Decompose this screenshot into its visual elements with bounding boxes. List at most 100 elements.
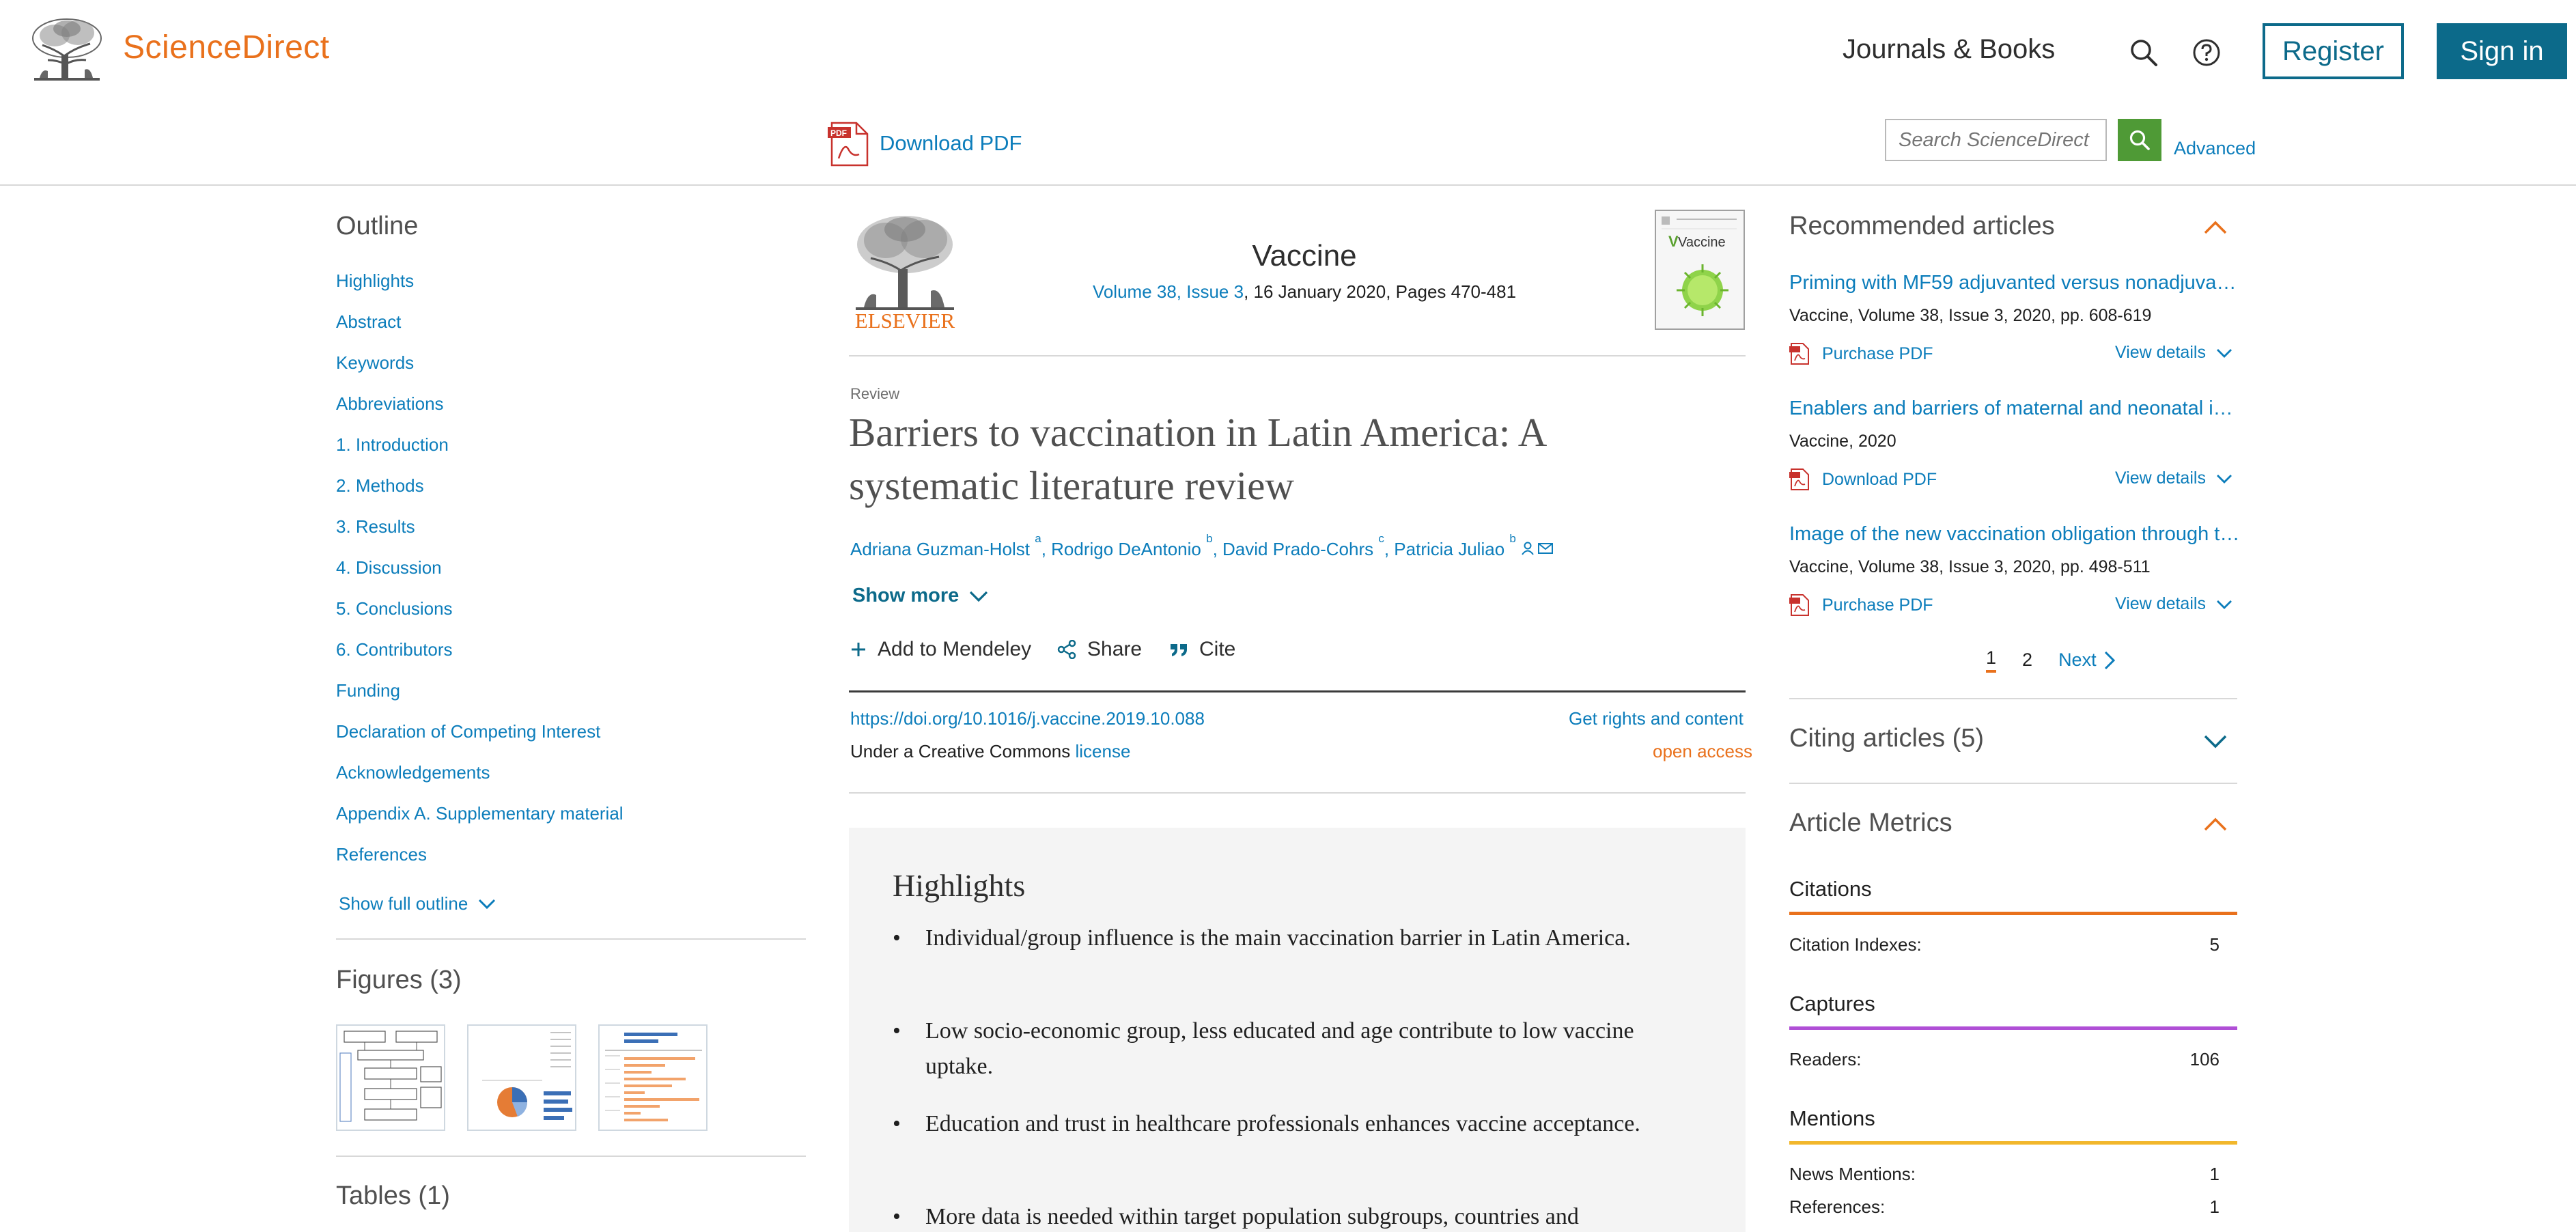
top-header: ScienceDirect Journals & Books Register … [0,0,2576,102]
recommended-pager: 1 2 Next [1986,647,2116,673]
figure-thumbnail-1[interactable] [336,1024,445,1131]
nav-journals-books[interactable]: Journals & Books [1843,34,2055,65]
search-submit-button[interactable] [2118,119,2161,161]
recommended-article-title[interactable]: Priming with MF59 adjuvanted versus nona… [1789,272,2240,294]
references-label: References: [1789,1196,1886,1217]
mentions-bar [1789,1141,2237,1145]
add-to-mendeley-button[interactable]: Add to Mendeley [850,638,1031,661]
outline-item-abbreviations[interactable]: Abbreviations [336,393,444,415]
download-pdf-link[interactable]: Download PDF [880,131,1022,156]
search-input[interactable] [1885,119,2107,161]
chevron-down-icon[interactable] [2203,734,2228,749]
outline-item-introduction[interactable]: 1. Introduction [336,434,449,456]
references-value: 1 [2209,1196,2220,1217]
outline-item-highlights[interactable]: Highlights [336,270,414,292]
citing-articles-title[interactable]: Citing articles (5) [1789,724,1984,753]
chevron-up-icon[interactable] [2203,220,2228,235]
recommended-article-meta: Vaccine, Volume 38, Issue 3, 2020, pp. 4… [1789,557,2151,576]
captures-bar [1789,1026,2237,1030]
advanced-search-link[interactable]: Advanced [2174,138,2256,159]
download-pdf-link[interactable]: Download PDF [1789,468,1937,490]
author-name[interactable]: Adriana Guzman-Holst [850,539,1030,560]
chevron-up-icon[interactable] [2203,817,2228,832]
search-icon [2129,130,2150,150]
search-icon[interactable] [2129,38,2158,67]
show-more-button[interactable]: Show more [852,585,989,607]
outline-item-contributors[interactable]: 6. Contributors [336,639,453,660]
article-metrics-title: Article Metrics [1789,809,1952,837]
share-icon [1057,640,1076,659]
highlight-text: Low socio-economic group, less educated … [925,1018,1634,1079]
view-details-button[interactable]: View details [2115,594,2233,614]
outline-item-abstract[interactable]: Abstract [336,311,401,333]
chevron-down-icon [2216,600,2232,609]
figure-thumbnail-2[interactable] [467,1024,576,1131]
pdf-icon[interactable]: PDF [828,122,870,167]
license-link[interactable]: license [1075,741,1130,761]
elsevier-tree-logo-icon[interactable] [27,15,107,83]
journal-cover-image[interactable]: V Vaccine [1655,210,1745,330]
view-details-button[interactable]: View details [2115,468,2233,488]
sign-in-button[interactable]: Sign in [2437,23,2567,79]
purchase-pdf-label: Purchase PDF [1822,344,1933,363]
highlights-title: Highlights [893,868,1026,903]
divider [849,690,1746,692]
purchase-pdf-link[interactable]: Purchase PDF [1789,594,1933,616]
chevron-right-icon [2104,651,2115,669]
outline-item-appendix[interactable]: Appendix A. Supplementary material [336,803,624,824]
next-page-button[interactable]: Next [2058,649,2116,671]
author-name[interactable]: Patricia Juliao [1394,539,1504,560]
journal-name[interactable]: Vaccine [1120,239,1489,273]
recommended-article-title[interactable]: Image of the new vaccination obligation … [1789,523,2240,546]
author-name[interactable]: David Prado-Cohrs [1222,539,1373,560]
citations-bar [1789,912,2237,915]
next-page-label: Next [2058,649,2097,670]
page-1-button[interactable]: 1 [1986,647,1997,673]
volume-issue-link[interactable]: Volume 38, Issue 3 [1093,281,1244,302]
highlight-item: • Low socio-economic group, less educated… [893,1013,1698,1084]
cite-button[interactable]: Cite [1169,638,1235,661]
page-2-button[interactable]: 2 [2022,649,2032,671]
highlights-section: Highlights • Individual/group influence i… [849,828,1746,1232]
chevron-down-icon [2216,348,2232,358]
outline-title: Outline [336,212,419,240]
purchase-pdf-label: Purchase PDF [1822,595,1933,615]
rights-and-content-link[interactable]: Get rights and content [1569,708,1744,729]
divider [849,355,1746,356]
svg-text:PDF: PDF [830,128,847,138]
license-line: Under a Creative Commons license [850,741,1130,762]
pdf-icon [1789,468,1809,490]
cover-title: Vaccine [1678,235,1726,250]
help-icon[interactable] [2192,38,2221,67]
divider [1789,698,2237,699]
outline-item-funding[interactable]: Funding [336,680,400,701]
svg-text:V: V [1668,233,1679,250]
purchase-pdf-link[interactable]: Purchase PDF [1789,343,1933,365]
captures-heading: Captures [1789,992,1875,1016]
highlight-text: More data is needed within target popula… [925,1204,1579,1229]
register-button[interactable]: Register [2263,23,2404,79]
outline-item-competing-interest[interactable]: Declaration of Competing Interest [336,721,600,742]
doi-link[interactable]: https://doi.org/10.1016/j.vaccine.2019.1… [850,708,1205,729]
outline-item-references[interactable]: References [336,844,427,865]
show-full-outline-button[interactable]: Show full outline [339,893,496,914]
elsevier-logo[interactable]: ELSEVIER [850,210,960,331]
citations-heading: Citations [1789,877,1872,901]
highlight-text: Individual/group influence is the main v… [925,925,1631,951]
outline-item-results[interactable]: 3. Results [336,516,415,537]
outline-item-methods[interactable]: 2. Methods [336,475,424,496]
person-icon[interactable] [1522,542,1534,555]
outline-item-conclusions[interactable]: 5. Conclusions [336,598,453,619]
outline-item-discussion[interactable]: 4. Discussion [336,557,442,578]
tables-title: Tables (1) [336,1181,450,1210]
outline-item-keywords[interactable]: Keywords [336,352,414,374]
outline-item-acknowledgements[interactable]: Acknowledgements [336,762,490,783]
envelope-icon[interactable] [1537,543,1553,554]
divider [1789,783,2237,784]
share-button[interactable]: Share [1057,638,1142,661]
author-name[interactable]: Rodrigo DeAntonio [1051,539,1201,560]
brand-name[interactable]: ScienceDirect [123,29,330,66]
recommended-article-title[interactable]: Enablers and barriers of maternal and ne… [1789,397,2240,420]
figure-thumbnail-3[interactable] [598,1024,708,1131]
view-details-button[interactable]: View details [2115,343,2233,363]
